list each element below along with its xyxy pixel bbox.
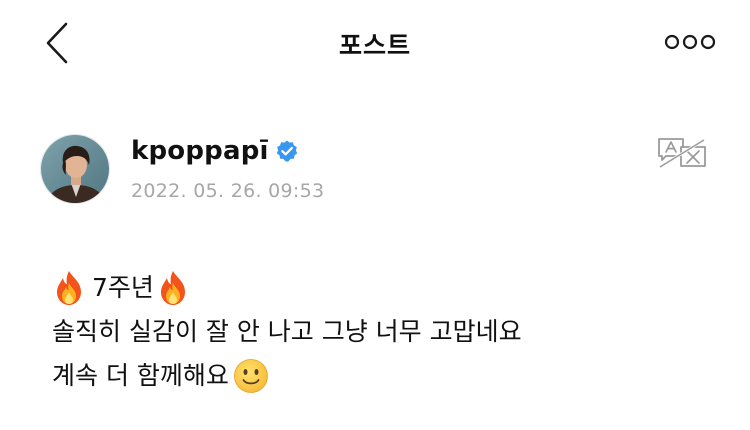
post-timestamp: 2022. 05. 26. 09:53 (131, 180, 325, 202)
author-username[interactable]: kpoppapī (131, 136, 269, 166)
post-line-3-text: 계속 더 함께해요 (52, 361, 229, 390)
translate-icon (658, 138, 706, 169)
post-line-3: 계속 더 함께해요 (52, 354, 712, 398)
author-avatar[interactable] (40, 134, 110, 204)
post-line-1-text: 7주년 (92, 273, 154, 302)
more-horizontal-icon (664, 34, 716, 50)
verified-badge-icon (276, 140, 297, 162)
post-line-1: 7주년 (52, 266, 712, 310)
fire-emoji (57, 271, 81, 305)
slightly-smiling-face-emoji (234, 359, 268, 393)
author-row: kpoppapī (131, 136, 299, 166)
page-title: 포스트 (338, 31, 411, 60)
more-options-button[interactable] (662, 30, 718, 54)
translate-button[interactable] (656, 136, 708, 170)
fire-emoji (160, 271, 185, 305)
post-body: 7주년 솔직히 실감이 잘 안 나고 그냥 너무 고맙네요 계속 더 함께해요 (52, 266, 712, 398)
avatar-image (41, 135, 109, 203)
post-line-2: 솔직히 실감이 잘 안 나고 그냥 너무 고맙네요 (52, 310, 712, 354)
post-line-2-text: 솔직히 실감이 잘 안 나고 그냥 너무 고맙네요 (52, 317, 522, 346)
top-nav-bar: 포스트 (0, 0, 750, 90)
